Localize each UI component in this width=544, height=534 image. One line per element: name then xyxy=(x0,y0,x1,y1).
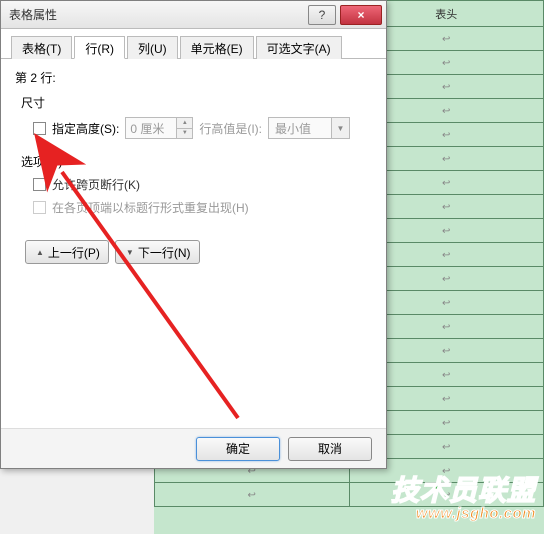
triangle-up-icon: ▲ xyxy=(36,248,44,257)
help-icon: ? xyxy=(319,8,326,22)
size-section-label: 尺寸 xyxy=(21,94,372,111)
titlebar: 表格属性 ? × xyxy=(1,1,386,29)
close-icon: × xyxy=(357,8,364,22)
tab-alt-text[interactable]: 可选文字(A) xyxy=(256,36,342,59)
dialog-title: 表格属性 xyxy=(9,6,308,23)
tab-table[interactable]: 表格(T) xyxy=(11,36,72,59)
watermark: 技术员联盟 www.jsgho.com xyxy=(391,469,536,522)
triangle-down-icon: ▼ xyxy=(126,248,134,257)
specify-height-checkbox[interactable] xyxy=(33,122,46,135)
repeat-header-label: 在各页顶端以标题行形式重复出现(H) xyxy=(52,199,249,216)
previous-row-button[interactable]: ▲ 上一行(P) xyxy=(25,240,109,264)
options-section-label: 选项(O) xyxy=(21,153,372,170)
table-properties-dialog: 表格属性 ? × 表格(T) 行(R) 列(U) 单元格(E) 可选文字(A) … xyxy=(0,0,387,469)
tab-cell[interactable]: 单元格(E) xyxy=(180,36,254,59)
current-row-indicator: 第 2 行: xyxy=(15,69,372,86)
previous-row-label: 上一行(P) xyxy=(48,244,100,261)
dialog-content: 第 2 行: 尺寸 指定高度(S): 0 厘米 ▲▼ 行高值是(I): 最小值 … xyxy=(1,59,386,274)
chevron-down-icon: ▼ xyxy=(331,118,349,138)
ok-button[interactable]: 确定 xyxy=(196,437,280,461)
tab-row[interactable]: 行(R) xyxy=(74,36,125,59)
tab-strip: 表格(T) 行(R) 列(U) 单元格(E) 可选文字(A) xyxy=(1,29,386,59)
specify-height-label: 指定高度(S): xyxy=(52,120,119,137)
next-row-button[interactable]: ▼ 下一行(N) xyxy=(115,240,200,264)
dialog-footer: 确定 取消 xyxy=(1,428,386,468)
height-spinner[interactable]: ▲▼ xyxy=(176,118,192,138)
allow-break-label: 允许跨页断行(K) xyxy=(52,176,140,193)
next-row-label: 下一行(N) xyxy=(138,244,191,261)
repeat-header-checkbox xyxy=(33,201,46,214)
row-height-mode-value: 最小值 xyxy=(275,120,311,137)
close-button[interactable]: × xyxy=(340,5,382,25)
help-button[interactable]: ? xyxy=(308,5,336,25)
row-height-mode-dropdown[interactable]: 最小值 ▼ xyxy=(268,117,350,139)
tab-column[interactable]: 列(U) xyxy=(127,36,178,59)
allow-break-checkbox[interactable] xyxy=(33,178,46,191)
row-height-is-label: 行高值是(I): xyxy=(199,120,262,137)
watermark-text: 技术员联盟 xyxy=(391,469,536,509)
height-input[interactable]: 0 厘米 ▲▼ xyxy=(125,117,193,139)
height-value: 0 厘米 xyxy=(130,120,164,137)
cancel-button[interactable]: 取消 xyxy=(288,437,372,461)
